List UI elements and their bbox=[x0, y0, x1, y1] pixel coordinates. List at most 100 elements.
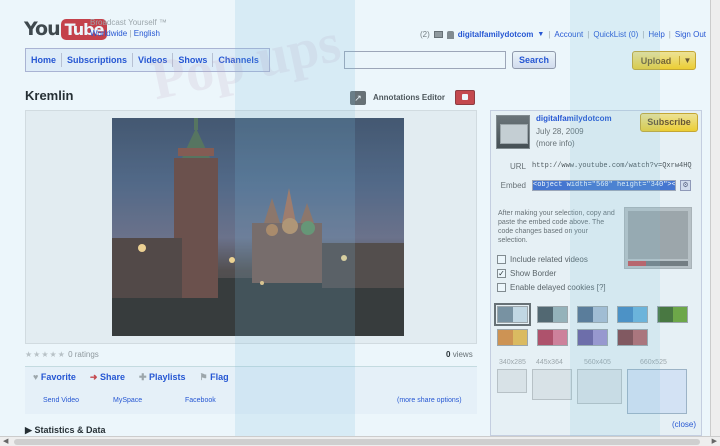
heart-icon: ♥ bbox=[33, 372, 39, 382]
color-swatch[interactable] bbox=[537, 329, 568, 346]
vertical-scrollbar[interactable] bbox=[710, 0, 720, 436]
close-link[interactable]: (close) bbox=[672, 420, 696, 429]
chevron-down-icon[interactable]: ▼ bbox=[679, 56, 695, 65]
nav-channels[interactable]: Channels bbox=[213, 53, 264, 67]
locale-row: Worldwide | English bbox=[90, 29, 160, 38]
favorite-button[interactable]: ♥ Favorite bbox=[33, 372, 76, 383]
sign-out-link[interactable]: Sign Out bbox=[675, 30, 706, 39]
nav-videos[interactable]: Videos bbox=[133, 53, 174, 67]
playlists-label: Playlists bbox=[149, 372, 186, 382]
checkbox-show-border[interactable]: ✓ bbox=[497, 269, 506, 278]
logo-you: You bbox=[24, 18, 61, 40]
gear-icon[interactable]: ⚙ bbox=[680, 180, 691, 191]
ratings: ★★★★★ 0 ratings bbox=[25, 350, 99, 359]
scrollbar-thumb[interactable] bbox=[14, 439, 700, 445]
option-label: Enable delayed cookies [?] bbox=[510, 283, 606, 292]
nav-shows[interactable]: Shows bbox=[173, 53, 214, 67]
horizontal-scrollbar[interactable]: ◀ ▶ bbox=[0, 436, 720, 446]
lock-icon bbox=[446, 30, 454, 39]
share-myspace[interactable]: MySpace bbox=[113, 397, 142, 404]
size-label: 340x285 bbox=[499, 359, 526, 366]
locale-link[interactable]: Worldwide bbox=[90, 29, 127, 38]
statistics-toggle[interactable]: ▶ Statistics & Data bbox=[25, 425, 105, 436]
option-related-videos[interactable]: Include related videos bbox=[497, 255, 588, 264]
url-label: URL bbox=[509, 162, 526, 171]
option-show-border[interactable]: ✓ Show Border bbox=[497, 269, 556, 278]
option-label: Show Border bbox=[510, 269, 557, 278]
size-label: 660x525 bbox=[640, 359, 667, 366]
more-info-link[interactable]: (more info) bbox=[536, 139, 575, 148]
quicklist-link[interactable]: QuickList (0) bbox=[593, 30, 638, 39]
flag-button[interactable]: ⚑ Flag bbox=[200, 372, 229, 383]
views-number: 0 bbox=[446, 350, 451, 359]
color-swatch[interactable] bbox=[537, 306, 568, 323]
color-swatch[interactable] bbox=[657, 306, 688, 323]
embed-preview bbox=[624, 207, 692, 269]
star-rating-icons[interactable]: ★★★★★ bbox=[25, 350, 66, 359]
subscribe-button[interactable]: Subscribe bbox=[640, 113, 698, 132]
chevron-down-icon[interactable]: ▼ bbox=[537, 31, 544, 38]
upload-button[interactable]: Upload ▼ bbox=[632, 51, 696, 70]
embed-field[interactable]: <object width="560" height="340"><param bbox=[532, 180, 676, 191]
url-field[interactable]: http://www.youtube.com/watch?v=Qxrw4HQ bbox=[532, 162, 692, 170]
plus-icon: ✚ bbox=[138, 372, 147, 382]
main-nav: Home Subscriptions Videos Shows Channels bbox=[25, 48, 270, 72]
color-swatch[interactable] bbox=[617, 306, 648, 323]
checkbox-delayed-cookies[interactable] bbox=[497, 283, 506, 292]
size-option-medium[interactable] bbox=[532, 369, 572, 400]
statistics-label: Statistics & Data bbox=[34, 425, 106, 435]
mail-count[interactable]: (2) bbox=[420, 30, 430, 39]
tagline: Broadcast Yourself ™ Worldwide | English bbox=[90, 17, 167, 39]
mail-icon[interactable] bbox=[433, 31, 443, 38]
annotations-record-icon[interactable] bbox=[455, 90, 475, 105]
size-label: 445x364 bbox=[536, 359, 563, 366]
help-link[interactable]: Help bbox=[648, 30, 664, 39]
option-label: Include related videos bbox=[510, 255, 588, 264]
embed-help-text: After making your selection, copy and pa… bbox=[498, 210, 615, 244]
annotations-editor-label[interactable]: Annotations Editor bbox=[373, 93, 445, 102]
embed-label: Embed bbox=[500, 181, 526, 190]
share-send-video[interactable]: Send Video bbox=[43, 397, 79, 404]
kremlin-scene bbox=[112, 118, 404, 336]
triangle-right-icon: ▶ bbox=[25, 425, 32, 435]
language-link[interactable]: English bbox=[134, 29, 160, 38]
nav-subscriptions[interactable]: Subscriptions bbox=[62, 53, 134, 67]
video-frame[interactable] bbox=[112, 118, 404, 336]
color-swatch[interactable] bbox=[494, 303, 531, 326]
size-label: 560x405 bbox=[584, 359, 611, 366]
channel-avatar[interactable] bbox=[496, 115, 530, 149]
tagline-text: Broadcast Yourself ™ bbox=[90, 18, 167, 27]
size-option-small[interactable] bbox=[497, 369, 527, 393]
view-count: 0 views bbox=[446, 350, 473, 359]
owner-link[interactable]: digitalfamilydotcom bbox=[536, 114, 612, 123]
views-label: views bbox=[452, 350, 473, 359]
size-option-large[interactable] bbox=[577, 369, 622, 404]
color-swatch[interactable] bbox=[577, 306, 608, 323]
scroll-right-icon[interactable]: ▶ bbox=[712, 437, 717, 445]
annotations-icon[interactable]: ↗ bbox=[350, 91, 366, 105]
share-panel: ♥ Favorite ➜ Share ✚ Playlists ⚑ Flag Se… bbox=[25, 366, 477, 414]
more-share-options-link[interactable]: (more share options) bbox=[397, 397, 462, 404]
option-delayed-cookies[interactable]: Enable delayed cookies [?] bbox=[497, 283, 606, 292]
flag-label: Flag bbox=[210, 372, 229, 382]
favorite-label: Favorite bbox=[40, 372, 76, 382]
upload-label: Upload bbox=[640, 55, 672, 66]
color-swatch[interactable] bbox=[577, 329, 608, 346]
page-title: Kremlin bbox=[25, 88, 74, 103]
flag-icon: ⚑ bbox=[199, 372, 208, 382]
size-option-xlarge[interactable] bbox=[627, 369, 687, 414]
search-input[interactable] bbox=[344, 51, 506, 69]
search-button[interactable]: Search bbox=[512, 51, 556, 69]
share-facebook[interactable]: Facebook bbox=[185, 397, 216, 404]
embed-code: <object width="560" height="340"><param bbox=[533, 181, 676, 190]
scroll-left-icon[interactable]: ◀ bbox=[3, 437, 8, 445]
account-link[interactable]: Account bbox=[554, 30, 583, 39]
nav-home[interactable]: Home bbox=[26, 53, 63, 67]
color-swatch[interactable] bbox=[617, 329, 648, 346]
playlists-button[interactable]: ✚ Playlists bbox=[139, 372, 186, 383]
divider: | bbox=[642, 30, 645, 39]
username-link[interactable]: digitalfamilydotcom bbox=[458, 30, 534, 39]
color-swatch[interactable] bbox=[497, 329, 528, 346]
share-button[interactable]: ➜ Share bbox=[90, 372, 125, 383]
checkbox-related-videos[interactable] bbox=[497, 255, 506, 264]
